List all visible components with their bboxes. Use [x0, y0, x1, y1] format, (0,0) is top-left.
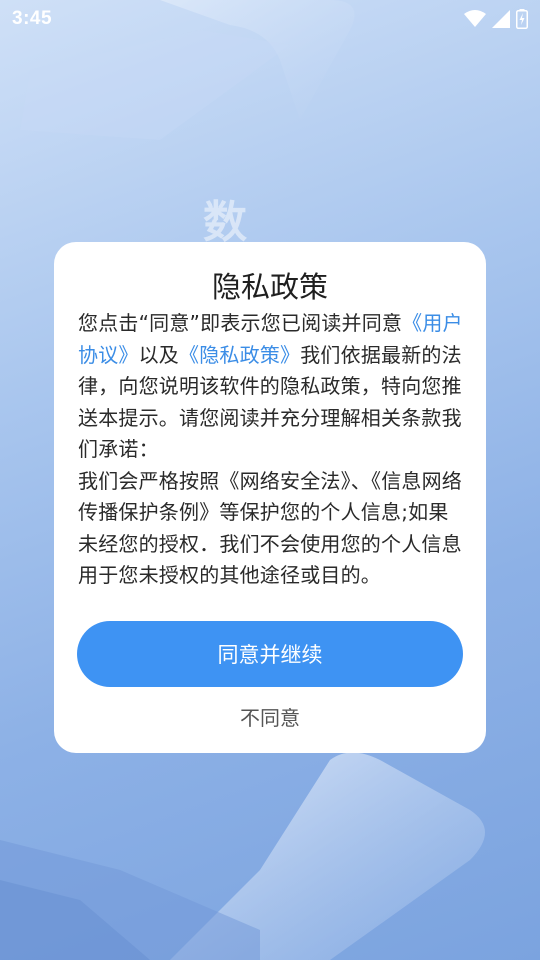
status-bar: 3:45 — [0, 0, 540, 38]
disagree-button[interactable]: 不同意 — [54, 702, 486, 731]
status-icons — [464, 9, 528, 29]
background-app-char: 数 — [203, 197, 247, 248]
consent-text-prefix: 您点击“同意”即表示您已阅读并同意 — [78, 311, 403, 335]
dialog-body: 您点击“同意”即表示您已阅读并同意《用户协议》以及《隐私政策》我们依据最新的法律… — [78, 308, 463, 592]
status-time: 3:45 — [12, 8, 53, 29]
battery-charging-icon — [516, 9, 528, 29]
agree-continue-button[interactable]: 同意并继续 — [77, 621, 463, 687]
consent-paragraph: 您点击“同意”即表示您已阅读并同意《用户协议》以及《隐私政策》我们依据最新的法律… — [78, 308, 463, 466]
consent-text-middle: 以及 — [138, 342, 180, 367]
dialog-title: 隐私政策 — [211, 270, 328, 304]
privacy-policy-link[interactable]: 《隐私政策》 — [179, 343, 300, 367]
commitment-paragraph: 我们会严格按照《网络安全法》、《信息网络传播保护条例》等保护您的个人信息;如果未… — [78, 468, 462, 588]
privacy-dialog: 隐私政策 您点击“同意”即表示您已阅读并同意《用户协议》以及《隐私政策》我们依据… — [54, 242, 486, 753]
wifi-icon — [464, 10, 486, 28]
signal-icon — [492, 10, 510, 28]
